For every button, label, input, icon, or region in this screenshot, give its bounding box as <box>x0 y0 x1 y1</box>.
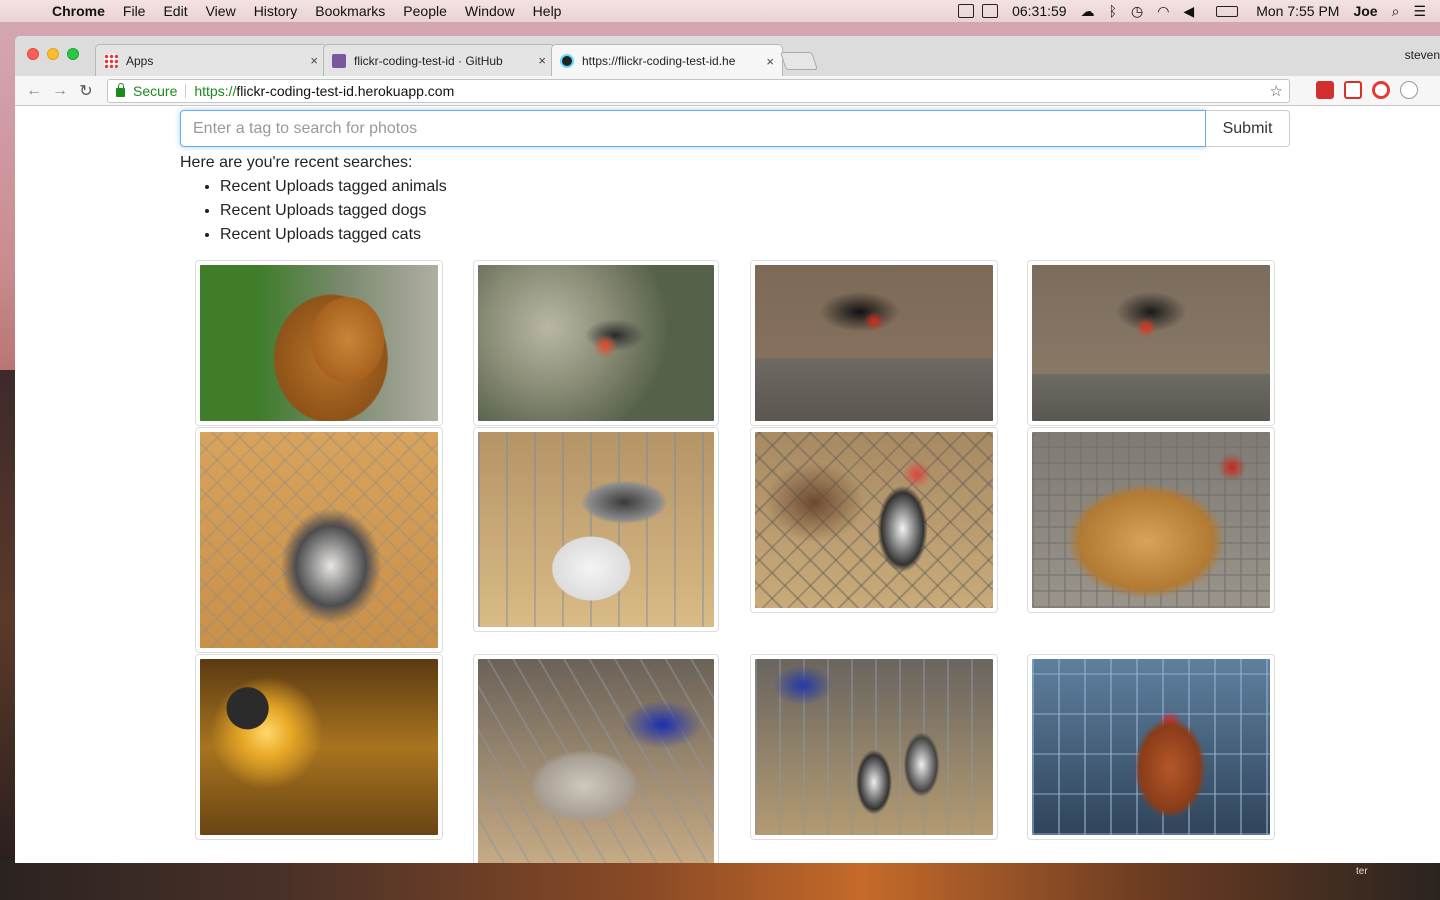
forward-icon[interactable]: → <box>47 82 73 100</box>
lock-icon <box>116 83 125 97</box>
photo-ducks <box>478 432 714 627</box>
url-scheme: https:// <box>194 83 237 99</box>
back-icon[interactable]: ← <box>21 82 47 100</box>
photo-thumbnail[interactable] <box>1027 427 1275 613</box>
clock-text[interactable]: 06:31:59 <box>1012 3 1067 19</box>
notification-center-icon[interactable]: ☰ <box>1413 3 1426 20</box>
menu-extras: 06:31:59 ☁ ᛒ ◷ ◠ ◀ Mon 7:55 PM Joe ⌕ ☰ <box>944 0 1426 22</box>
photo-robin-stump <box>755 265 993 421</box>
menu-app-chrome[interactable]: Chrome <box>52 3 105 19</box>
browser-window: Apps × flickr-coding-test-id · GitHub × … <box>15 36 1440 863</box>
zoom-window-button[interactable] <box>67 48 79 60</box>
recent-search-item[interactable]: Recent Uploads tagged animals <box>220 175 447 199</box>
extension-icon[interactable] <box>1400 81 1418 99</box>
recent-searches: Here are you're recent searches: Recent … <box>180 151 447 247</box>
photo-robin-post <box>1032 265 1270 421</box>
menu-file[interactable]: File <box>123 3 146 19</box>
recent-searches-list: Recent Uploads tagged animals Recent Upl… <box>220 175 447 247</box>
tab-github[interactable]: flickr-coding-test-id · GitHub × <box>323 44 555 76</box>
user-name[interactable]: Joe <box>1353 3 1377 19</box>
photo-hen-cage <box>1032 659 1270 835</box>
keyboard-icon[interactable] <box>958 4 975 18</box>
desktop-wallpaper-left <box>0 370 16 870</box>
recent-searches-heading: Here are you're recent searches: <box>180 154 413 171</box>
photo-sheep <box>478 659 714 863</box>
photo-chicks-heat-lamp <box>200 659 438 835</box>
address-bar[interactable]: Secure https:// flickr-coding-test-id.he… <box>107 79 1290 103</box>
photo-thumbnail[interactable] <box>1027 260 1275 426</box>
recent-search-item[interactable]: Recent Uploads tagged dogs <box>220 199 447 223</box>
menu-edit[interactable]: Edit <box>163 3 187 19</box>
close-tab-icon[interactable]: × <box>310 53 318 68</box>
photo-thumbnail[interactable] <box>195 260 443 426</box>
search-input[interactable] <box>180 110 1206 147</box>
reload-icon[interactable]: ↻ <box>73 81 99 101</box>
tab-title: flickr-coding-test-id · GitHub <box>354 53 503 68</box>
photo-thumbnail[interactable] <box>750 427 998 613</box>
browser-toolbar: ← → ↻ Secure https:// flickr-coding-test… <box>15 76 1440 106</box>
photo-thumbnail[interactable] <box>750 654 998 840</box>
photo-chicken-speckled <box>200 432 438 648</box>
minimize-window-button[interactable] <box>47 48 59 60</box>
close-tab-icon[interactable]: × <box>538 53 546 68</box>
recent-search-item[interactable]: Recent Uploads tagged cats <box>220 223 447 247</box>
react-icon <box>560 54 574 68</box>
close-window-button[interactable] <box>27 48 39 60</box>
menu-bar: Chrome File Edit View History Bookmarks … <box>0 0 1440 22</box>
bluetooth-icon[interactable]: ᛒ <box>1109 3 1117 19</box>
menu-help[interactable]: Help <box>533 3 562 19</box>
window-controls <box>27 48 87 60</box>
time-machine-icon[interactable]: ◷ <box>1131 3 1143 20</box>
submit-button[interactable]: Submit <box>1206 110 1290 147</box>
profile-button[interactable]: steven <box>1405 48 1440 62</box>
tab-strip: Apps × flickr-coding-test-id · GitHub × … <box>15 36 1440 77</box>
menu-people[interactable]: People <box>403 3 447 19</box>
menu-history[interactable]: History <box>254 3 298 19</box>
tab-flickr-app[interactable]: https://flickr-coding-test-id.he × <box>551 44 783 77</box>
photo-thumbnail[interactable] <box>195 654 443 840</box>
photo-golden-hen <box>1032 432 1270 608</box>
desktop-wallpaper-bottom <box>0 860 1440 900</box>
photo-thumbnail[interactable] <box>473 427 719 632</box>
wifi-icon[interactable]: ◠ <box>1157 3 1169 20</box>
photo-turkeys-pen <box>755 659 993 835</box>
cloud-icon[interactable]: ☁ <box>1081 3 1095 20</box>
new-tab-button[interactable] <box>780 52 818 70</box>
photo-thumbnail[interactable] <box>750 260 998 426</box>
menu-window[interactable]: Window <box>465 3 515 19</box>
volume-icon[interactable]: ◀ <box>1183 3 1194 20</box>
tab-title: Apps <box>126 53 154 68</box>
url-host: flickr-coding-test-id.herokuapp.com <box>236 83 455 99</box>
photo-thumbnail[interactable] <box>195 427 443 653</box>
page-content: Submit Here are you're recent searches: … <box>15 107 1440 863</box>
photo-thumbnail[interactable] <box>473 260 719 426</box>
battery-icon[interactable] <box>1216 5 1239 17</box>
desktop-text: ter <box>1356 866 1368 877</box>
opera-extension-icon[interactable] <box>1372 81 1390 99</box>
spotlight-search-icon[interactable]: ⌕ <box>1392 3 1400 20</box>
secure-label: Secure <box>133 83 178 99</box>
datetime-text[interactable]: Mon 7:55 PM <box>1256 3 1339 19</box>
close-tab-icon[interactable]: × <box>766 54 774 69</box>
divider <box>185 84 187 98</box>
menu-view[interactable]: View <box>206 3 236 19</box>
tab-title: https://flickr-coding-test-id.he <box>582 54 736 68</box>
search-form: Submit <box>180 110 1290 147</box>
photo-thumbnail[interactable] <box>473 654 719 863</box>
gmail-extension-icon[interactable] <box>1344 81 1362 99</box>
tab-apps[interactable]: Apps × <box>95 44 327 76</box>
heroku-icon <box>332 53 346 68</box>
lastpass-extension-icon[interactable] <box>1316 81 1334 99</box>
photo-turkeys <box>755 432 993 608</box>
photo-golden-retriever <box>200 265 438 421</box>
bookmark-star-icon[interactable]: ☆ <box>1270 82 1283 100</box>
menu-bookmarks[interactable]: Bookmarks <box>315 3 385 19</box>
photo-robin-branch <box>478 265 714 421</box>
calendar-icon[interactable] <box>982 4 999 18</box>
apps-grid-icon <box>104 53 118 68</box>
photo-thumbnail[interactable] <box>1027 654 1275 840</box>
